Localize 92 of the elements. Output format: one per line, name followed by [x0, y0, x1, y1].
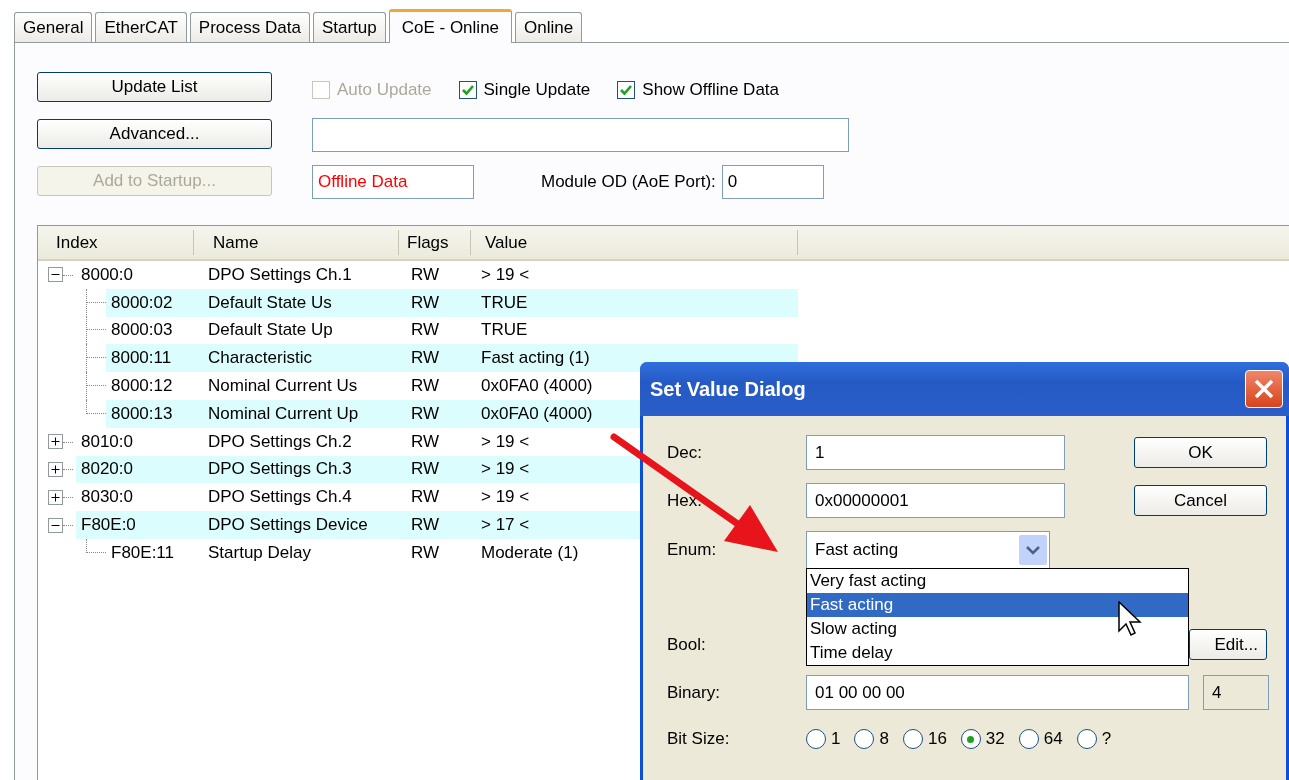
check-icon [460, 83, 475, 97]
table-cell-text: DPO Settings Ch.2 [208, 431, 353, 452]
table-cell-text: F80E:0 [80, 515, 137, 536]
table-cell-text: Nominal Current Up [208, 403, 360, 424]
table-cell-text: Nominal Current Us [208, 376, 359, 397]
column-header[interactable]: Flags [399, 230, 471, 255]
text-field[interactable]: 0 [721, 165, 824, 199]
table-row[interactable]: 8000:0 DPO Settings Ch.1 RW > 19 < [38, 261, 798, 289]
dropdown-option[interactable]: Very fast acting [807, 569, 1188, 593]
table-cell-text: F80E:11 [110, 542, 175, 563]
tab[interactable]: Process Data [189, 12, 310, 42]
tab[interactable]: EtherCAT [95, 12, 187, 42]
text-field[interactable]: 01 00 00 00 [806, 675, 1189, 710]
table-cell-text: RW [411, 515, 440, 536]
button[interactable]: Advanced... [37, 119, 272, 149]
status-field[interactable] [312, 118, 849, 152]
button[interactable]: Cancel [1134, 485, 1267, 516]
radio-button[interactable]: 64 [1018, 729, 1063, 749]
button[interactable]: Update List [37, 72, 272, 102]
table-cell-text: RW [411, 320, 440, 341]
dialog-title: Set Value Dialog [650, 377, 806, 401]
field-label: Bit Size: [667, 729, 731, 749]
text-field[interactable]: 1 [806, 435, 1065, 470]
table-cell: 0x0FA0 (4000) [481, 403, 593, 424]
table-cell: TRUE [481, 320, 528, 341]
table-cell-text: 8000:12 [110, 376, 174, 397]
table-cell: > 19 < [481, 459, 530, 480]
column-header[interactable]: Index [38, 230, 194, 255]
collapse-icon[interactable] [48, 267, 63, 283]
table-cell-text: RW [411, 431, 440, 452]
close-icon[interactable] [1245, 370, 1283, 408]
table-cell: > 19 < [481, 487, 530, 508]
button[interactable]: OK [1134, 437, 1267, 468]
check-icon [619, 83, 634, 97]
table-cell-text: Characteristic [208, 348, 313, 369]
table-cell-text: 8000:13 [110, 403, 174, 424]
dropdown-option[interactable]: Fast acting [807, 593, 1188, 617]
expand-icon[interactable] [48, 434, 63, 450]
table-cell-text: 8020:0 [80, 459, 134, 480]
dropdown-option[interactable]: Slow acting [807, 617, 1188, 641]
table-cell-text: Default State Us [208, 292, 333, 313]
table-cell-text: DPO Settings Device [208, 515, 369, 536]
table-cell: 0x0FA0 (4000) [481, 376, 593, 397]
column-header[interactable]: Name [194, 230, 399, 255]
table-cell-text: 8000:11 [110, 348, 173, 369]
table-cell: > 19 < [481, 431, 530, 452]
tab[interactable]: CoE - Online [388, 9, 513, 43]
text-field[interactable]: Offline Data [312, 165, 474, 199]
table-cell-text: RW [411, 459, 440, 480]
field-label: Binary: [667, 682, 721, 703]
column-header[interactable]: Value [471, 230, 798, 255]
tab[interactable]: General [14, 12, 93, 42]
button[interactable]: Edit... [1189, 629, 1267, 660]
table-cell-text: RW [411, 292, 440, 313]
table-cell-text: 8000:02 [110, 292, 174, 313]
expand-icon[interactable] [48, 489, 63, 505]
field-label: Bool: [667, 634, 707, 655]
table-cell-text: Default State Up [208, 320, 334, 341]
table-cell-text: 8000:0 [80, 264, 134, 285]
table-cell-text: DPO Settings Ch.1 [208, 264, 353, 285]
tab[interactable]: Startup [312, 12, 386, 42]
expand-icon[interactable] [48, 461, 63, 477]
table-cell-text: 8010:0 [80, 431, 134, 452]
table-cell-text: 8000:03 [110, 320, 174, 341]
table-cell-text: RW [411, 487, 440, 508]
table-cell-text: RW [411, 264, 440, 285]
field-label: Hex: [667, 490, 703, 511]
table-cell-text: RW [411, 376, 440, 397]
radio-button[interactable]: 16 [902, 729, 947, 749]
dropdown-option[interactable]: Time delay [807, 641, 1188, 665]
table-cell: > 17 < [481, 515, 530, 536]
table-cell-text: DPO Settings Ch.3 [208, 459, 353, 480]
tab[interactable]: Online [515, 12, 583, 42]
table-cell: Moderate (1) [481, 542, 579, 563]
dropdown[interactable]: Fast acting [806, 531, 1050, 569]
radio-button[interactable]: 32 [960, 729, 1005, 749]
table-cell-text: Startup Delay [208, 542, 312, 563]
table-cell: Fast acting (1) [481, 348, 590, 369]
table-cell-text: 8030:0 [80, 487, 134, 508]
table-cell: > 19 < [481, 264, 530, 285]
field-label: Enum: [667, 540, 718, 560]
table-cell-text: DPO Settings Ch.4 [208, 487, 353, 508]
field-label: Module OD (AoE Port): [541, 172, 716, 192]
text-field[interactable]: 0x00000001 [806, 483, 1065, 518]
checkbox[interactable]: Show Offline Data [617, 80, 780, 100]
checkbox[interactable]: Single Update [458, 80, 591, 100]
table-cell-text: RW [411, 348, 440, 369]
chevron-down-icon[interactable] [1019, 535, 1047, 565]
table-cell-text: RW [411, 542, 440, 563]
table-cell-text: RW [411, 403, 440, 424]
table-cell: TRUE [481, 292, 528, 313]
collapse-icon[interactable] [48, 517, 63, 533]
